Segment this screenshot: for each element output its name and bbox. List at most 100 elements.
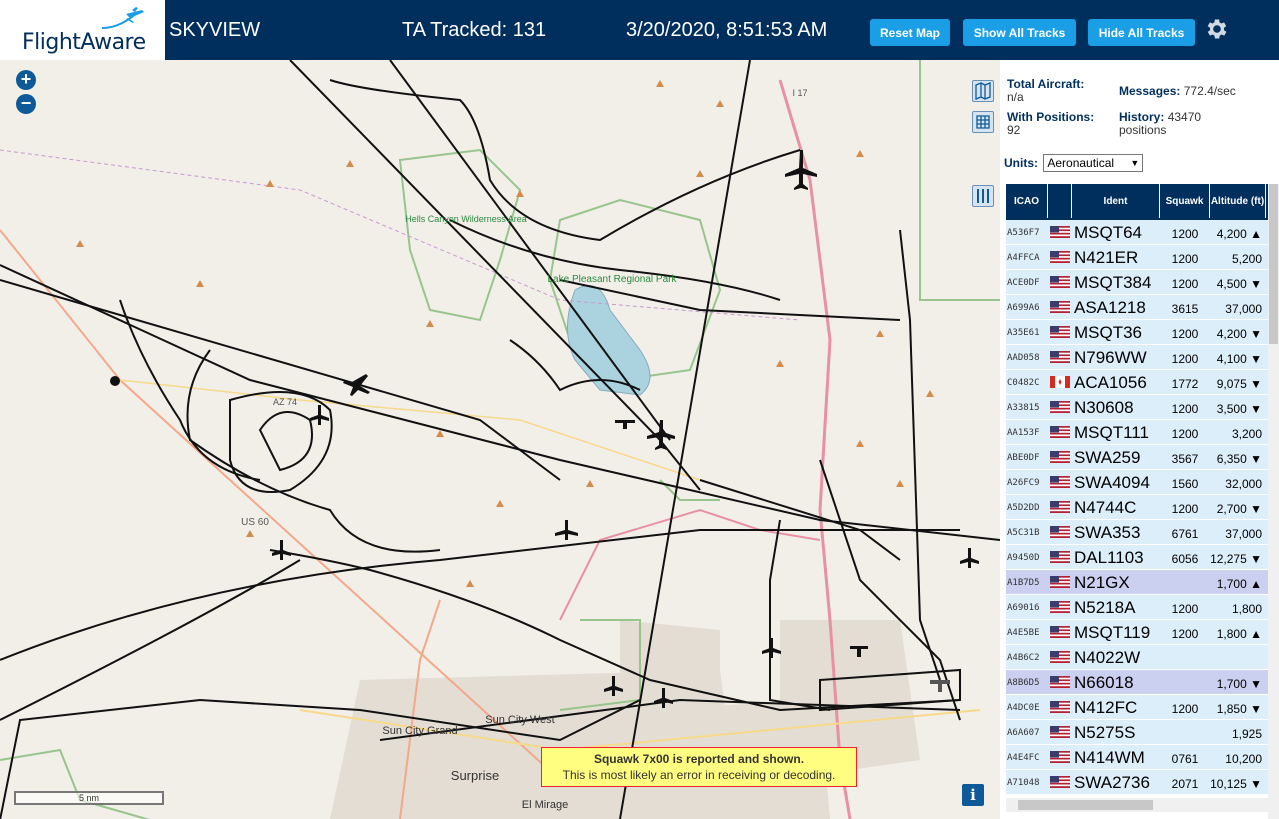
- table-row[interactable]: A8B6D5 N66018 1,700 ▼: [1006, 670, 1270, 695]
- table-row[interactable]: A4B6C2 N4022W: [1006, 645, 1270, 670]
- table-header: ICAO Ident Squawk Altitude (ft): [1006, 184, 1270, 220]
- aircraft-icon[interactable]: [343, 374, 370, 396]
- squawk-warning-text: This is most likely an error in receivin…: [562, 768, 836, 782]
- cell-ident: MSQT111: [1074, 423, 1149, 442]
- scrollbar-thumb[interactable]: [1269, 184, 1278, 344]
- hide-all-tracks-button[interactable]: Hide All Tracks: [1088, 19, 1195, 46]
- aircraft-icon[interactable]: [555, 520, 578, 540]
- zoom-out-button[interactable]: −: [16, 94, 36, 114]
- vertical-scrollbar[interactable]: [1268, 184, 1279, 819]
- label-el-mirage: El Mirage: [522, 799, 568, 811]
- cell-icao: A4E5BE: [1007, 628, 1040, 638]
- scrollbar-thumb[interactable]: [1018, 800, 1153, 810]
- cell-altitude: 2,700 ▼: [1216, 502, 1262, 516]
- table-row[interactable]: A5C31B SWA353 6761 37,000: [1006, 520, 1270, 545]
- flag-us-icon: [1050, 576, 1070, 588]
- cell-ident: ACA1056: [1074, 373, 1147, 392]
- cell-ident: MSQT384: [1074, 273, 1152, 292]
- cell-ident: N5218A: [1074, 598, 1136, 617]
- show-all-tracks-button[interactable]: Show All Tracks: [963, 19, 1076, 46]
- aircraft-icon[interactable]: [647, 420, 675, 450]
- logo-text: FlightAware: [22, 30, 146, 55]
- table-row[interactable]: AAD058 N796WW 1200 4,100 ▼: [1006, 345, 1270, 370]
- table-row[interactable]: A69016 N5218A 1200 1,800: [1006, 595, 1270, 620]
- cell-icao: A5C31B: [1007, 528, 1040, 538]
- map-layers-icon[interactable]: [972, 80, 994, 102]
- stat-positions-value: 92: [1007, 123, 1021, 137]
- cell-altitude: 1,800 ▲: [1216, 627, 1262, 641]
- cell-ident: N21GX: [1074, 573, 1130, 592]
- table-row[interactable]: ABE0DF SWA259 3567 6,350 ▼: [1006, 445, 1270, 470]
- aircraft-icon[interactable]: [615, 420, 635, 429]
- table-row[interactable]: A4E4FC N414WM 0761 10,200: [1006, 745, 1270, 770]
- cell-icao: A699A6: [1007, 303, 1040, 313]
- map-canvas[interactable]: Hells Canyon Wilderness Area Lake Pleasa…: [0, 60, 1000, 819]
- columns-icon[interactable]: [972, 185, 994, 207]
- flag-us-icon: [1050, 701, 1070, 713]
- table-row[interactable]: A71048 SWA2736 2071 10,125 ▼: [1006, 770, 1270, 795]
- flightaware-logo[interactable]: FlightAware: [0, 0, 165, 60]
- cell-squawk: 1200: [1171, 427, 1199, 441]
- cell-ident: MSQT64: [1074, 223, 1143, 242]
- gear-icon[interactable]: [1204, 16, 1230, 42]
- cell-altitude: 1,700 ▼: [1216, 677, 1262, 691]
- col-ident[interactable]: Ident: [1072, 184, 1160, 218]
- cell-icao: A4E4FC: [1007, 753, 1040, 763]
- cell-ident: N30608: [1074, 398, 1134, 417]
- col-flag[interactable]: [1048, 184, 1072, 218]
- zoom-in-button[interactable]: +: [16, 70, 36, 90]
- reset-map-button[interactable]: Reset Map: [870, 19, 950, 46]
- flag-us-icon: [1050, 601, 1070, 613]
- aircraft-icon[interactable]: [310, 405, 329, 425]
- cell-squawk: 1200: [1171, 702, 1199, 716]
- col-altitude[interactable]: Altitude (ft): [1210, 184, 1266, 218]
- cell-ident: SWA2736: [1074, 773, 1150, 792]
- table-row[interactable]: C0482C ACA1056 1772 9,075 ▼: [1006, 370, 1270, 395]
- cell-ident: N421ER: [1074, 248, 1139, 267]
- table-row[interactable]: A536F7 MSQT64 1200 4,200 ▲: [1006, 220, 1270, 245]
- flag-us-icon: [1050, 476, 1070, 488]
- horizontal-scrollbar[interactable]: [1006, 798, 1268, 812]
- table-row[interactable]: A9450D DAL1103 6056 12,275 ▼: [1006, 545, 1270, 570]
- aircraft-icon[interactable]: [960, 548, 979, 568]
- cell-icao: A4DC0E: [1007, 703, 1040, 713]
- cell-squawk: 3615: [1171, 302, 1199, 316]
- table-row[interactable]: A4E5BE MSQT119 1200 1,800 ▲: [1006, 620, 1270, 645]
- cell-squawk: 1200: [1171, 502, 1199, 516]
- table-row[interactable]: A5D2DD N4744C 1200 2,700 ▼: [1006, 495, 1270, 520]
- col-icao[interactable]: ICAO: [1006, 184, 1048, 218]
- aircraft-icon[interactable]: [785, 150, 817, 190]
- table-row[interactable]: A35E61 MSQT36 1200 4,200 ▼: [1006, 320, 1270, 345]
- table-row[interactable]: A6A607 N5275S 1,925: [1006, 720, 1270, 745]
- cell-icao: AA153F: [1007, 428, 1040, 438]
- table-row[interactable]: A1B7D5 N21GX 1,700 ▲: [1006, 570, 1270, 595]
- table-row[interactable]: A26FC9 SWA4094 1560 32,000: [1006, 470, 1270, 495]
- cell-ident: SWA4094: [1074, 473, 1150, 492]
- grid-icon[interactable]: [972, 111, 994, 133]
- flag-us-icon: [1050, 226, 1070, 238]
- cell-ident: N414WM: [1074, 748, 1145, 767]
- flag-us-icon: [1050, 726, 1070, 738]
- current-datetime: 3/20/2020, 8:51:53 AM: [626, 19, 828, 41]
- aircraft-icon[interactable]: [762, 638, 781, 658]
- units-select[interactable]: Aeronautical ▼: [1043, 154, 1144, 172]
- cell-altitude: 3,500 ▼: [1216, 402, 1262, 416]
- cell-altitude: 6,350 ▼: [1216, 452, 1262, 466]
- aircraft-table: ICAO Ident Squawk Altitude (ft) A536F7 MS…: [1006, 184, 1270, 795]
- label-sun-city-grand: Sun City Grand: [382, 725, 457, 737]
- col-squawk[interactable]: Squawk: [1160, 184, 1210, 218]
- info-button[interactable]: i: [962, 784, 984, 806]
- cell-altitude: 1,700 ▲: [1216, 577, 1262, 591]
- table-row[interactable]: A699A6 ASA1218 3615 37,000: [1006, 295, 1270, 320]
- app-title: SKYVIEW: [169, 19, 261, 41]
- cell-icao: ACE0DF: [1007, 278, 1040, 288]
- table-row[interactable]: ACE0DF MSQT384 1200 4,500 ▼: [1006, 270, 1270, 295]
- aircraft-icon[interactable]: [930, 680, 950, 692]
- table-row[interactable]: A33815 N30608 1200 3,500 ▼: [1006, 395, 1270, 420]
- cell-altitude: 1,925: [1231, 727, 1262, 741]
- table-row[interactable]: A4DC0E N412FC 1200 1,850 ▼: [1006, 695, 1270, 720]
- cell-icao: C0482C: [1007, 378, 1040, 388]
- map-view[interactable]: Hells Canyon Wilderness Area Lake Pleasa…: [0, 60, 1000, 819]
- table-row[interactable]: A4FFCA N421ER 1200 5,200: [1006, 245, 1270, 270]
- table-row[interactable]: AA153F MSQT111 1200 3,200: [1006, 420, 1270, 445]
